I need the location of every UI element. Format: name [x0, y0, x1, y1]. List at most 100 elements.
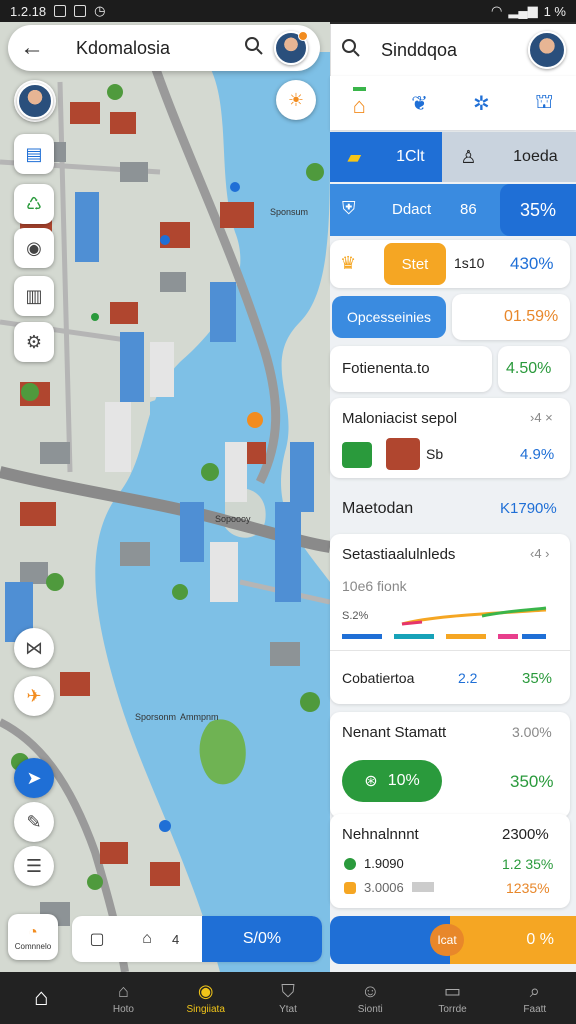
- document-icon[interactable]: ▢: [72, 929, 122, 949]
- maetodan-row: Maetodan K1790%: [330, 490, 576, 530]
- tab-right[interactable]: ♙ 1oeda: [442, 132, 576, 182]
- notification-dot: [298, 31, 308, 41]
- row5-value: 4.50%: [506, 360, 552, 377]
- panel-title: Sinddqoa: [381, 39, 458, 60]
- opcesseinies-button[interactable]: Opcesseinies: [332, 296, 446, 338]
- nenant-card: Nenant Stamatt 3.00% ⊛ 10% 350%: [330, 712, 570, 818]
- profile-avatar-button[interactable]: [14, 80, 56, 122]
- map-bottom-controls: ▢ ⌂ 4 S/0%: [72, 916, 322, 962]
- navigate-arrow-icon: ➤: [26, 767, 42, 788]
- network-button[interactable]: ⋈: [14, 628, 54, 668]
- panel-bottom-bar: 0 % Icat: [330, 916, 576, 964]
- sliders-icon: ☰: [25, 855, 43, 876]
- nav-label: Faatt: [523, 1004, 547, 1015]
- tools-button[interactable]: ✎: [14, 802, 54, 842]
- card5-row2-label: 3.0006: [364, 880, 404, 895]
- green-dot-icon: [344, 858, 356, 870]
- people-icon: ☺: [361, 981, 380, 1001]
- home-icon: ⌂: [33, 984, 49, 1011]
- search-icon[interactable]: [244, 36, 274, 61]
- row2-label: Ddact: [392, 201, 432, 218]
- house-outline-icon: ⌂: [117, 981, 129, 1001]
- row4-value-card: 01.59%: [452, 294, 570, 340]
- recycle-button[interactable]: ♺: [14, 184, 54, 224]
- maloniacist-card: Maloniacist sepol ›4 × Sb 4.9%: [330, 398, 570, 478]
- back-arrow-icon[interactable]: ←: [20, 34, 50, 62]
- status-time: 1.2.18: [10, 3, 47, 19]
- stet-button[interactable]: Stet: [384, 243, 446, 285]
- orange-square-icon: [344, 882, 356, 894]
- row5-label: Fotienenta.to: [342, 360, 430, 377]
- search-icon[interactable]: [341, 38, 361, 63]
- location-button[interactable]: ◉: [14, 228, 54, 268]
- card1-item: Sb: [426, 446, 444, 462]
- app-logo-icon: ◔: [28, 923, 38, 941]
- bottom-navigation: ⌂ ⌂ Hoto ◉ Singiiata ⛉ Ytat ☺ Sionti ▭ T…: [0, 972, 576, 1024]
- map-label: Sopoooy: [215, 514, 251, 524]
- layers-icon: ▤: [25, 143, 43, 164]
- map-label: Sporsonm: [135, 712, 177, 722]
- card2-value: K1790%: [500, 500, 557, 517]
- row5-label-card: Fotienenta.to: [330, 346, 492, 392]
- sliders-button[interactable]: ☰: [14, 846, 54, 886]
- card3-footer-label: Cobatiertoa: [342, 670, 415, 686]
- nav-sionti[interactable]: ☺ Sionti: [329, 972, 411, 1024]
- card5-row1-label: 1.9090: [364, 856, 404, 871]
- nav-faatt[interactable]: ⌕ Faatt: [494, 972, 576, 1024]
- card4-value: 350%: [510, 772, 554, 791]
- card3-title: Setastiaalulnleds: [342, 546, 456, 563]
- card3-subtitle: 10e6 fionk: [342, 578, 407, 594]
- card1-nav-arrows[interactable]: ›4 ×: [530, 410, 553, 425]
- settings-button[interactable]: ⚙: [14, 322, 54, 362]
- card5-value: 2300%: [502, 826, 549, 843]
- nav-hoto[interactable]: ⌂ Hoto: [82, 972, 164, 1024]
- nav-singiiata[interactable]: ◉ Singiiata: [165, 972, 247, 1024]
- map-title: Kdomalosia: [76, 37, 171, 58]
- nav-label: Ytat: [279, 1004, 297, 1015]
- card5-row1-value: 1.2 35%: [502, 856, 554, 872]
- layers-button[interactable]: ▤: [14, 134, 54, 174]
- home-tab-icon[interactable]: ⌂: [352, 87, 366, 119]
- network-icon: ⋈: [25, 637, 43, 658]
- nav-ytat[interactable]: ⛉ Ytat: [247, 972, 329, 1024]
- inbox-icon: ▭: [444, 981, 462, 1001]
- card4-grey-value: 3.00%: [512, 724, 552, 740]
- corner-app-button[interactable]: ◔ Comnnelo: [8, 914, 58, 960]
- building-tab-icon[interactable]: ⛫: [535, 91, 553, 116]
- bottom-bar-value: 0 %: [450, 916, 576, 964]
- row3-value: 430%: [510, 254, 554, 273]
- leaf-icon: ⊛: [364, 773, 378, 790]
- card3-footer-value: 35%: [522, 670, 553, 687]
- card1-title: Maloniacist sepol: [342, 410, 458, 427]
- crown-icon: ♛: [340, 253, 357, 273]
- stat-row-ddact[interactable]: ⛨ Ddact 86 35%: [330, 184, 576, 236]
- chart-icon[interactable]: ⌂: [122, 930, 172, 948]
- navigate-button[interactable]: ➤: [14, 758, 54, 798]
- bottom-bar-toggle[interactable]: Icat: [430, 924, 464, 956]
- profile-avatar: [17, 83, 53, 119]
- card3-divider: [330, 650, 570, 651]
- tab-left[interactable]: ▰ 1Clt: [330, 132, 442, 182]
- card4-title: Nenant Stamatt: [342, 724, 447, 741]
- user-avatar[interactable]: [274, 31, 308, 65]
- compass-button[interactable]: ✈: [14, 676, 54, 716]
- card3-nav-arrows[interactable]: ‹4 ›: [530, 546, 550, 561]
- percent-badge[interactable]: S/0%: [202, 916, 322, 962]
- icon-tab-row: ⌂ ❦ ✲ ⛫: [330, 76, 576, 130]
- person-icon: ♙: [460, 146, 477, 167]
- wifi-icon: ◠: [491, 3, 503, 18]
- nav-torrde[interactable]: ▭ Torrde: [411, 972, 493, 1024]
- weather-button[interactable]: ☀: [276, 80, 316, 120]
- buildings-button[interactable]: ▥: [14, 276, 54, 316]
- card2-label: Maetodan: [342, 500, 414, 517]
- sparkline-chart: [342, 606, 547, 639]
- panel-avatar[interactable]: [528, 31, 566, 69]
- house-icon: [386, 438, 420, 470]
- gear-tab-icon[interactable]: ✲: [473, 91, 490, 116]
- leaf-tab-icon[interactable]: ❦: [411, 91, 428, 116]
- card1-value: 4.9%: [520, 446, 555, 463]
- row2-value: 35%: [500, 184, 576, 236]
- percent-pill-button[interactable]: ⊛ 10%: [342, 760, 442, 802]
- truck-icon: [342, 442, 372, 468]
- nav-home[interactable]: ⌂: [0, 972, 82, 1024]
